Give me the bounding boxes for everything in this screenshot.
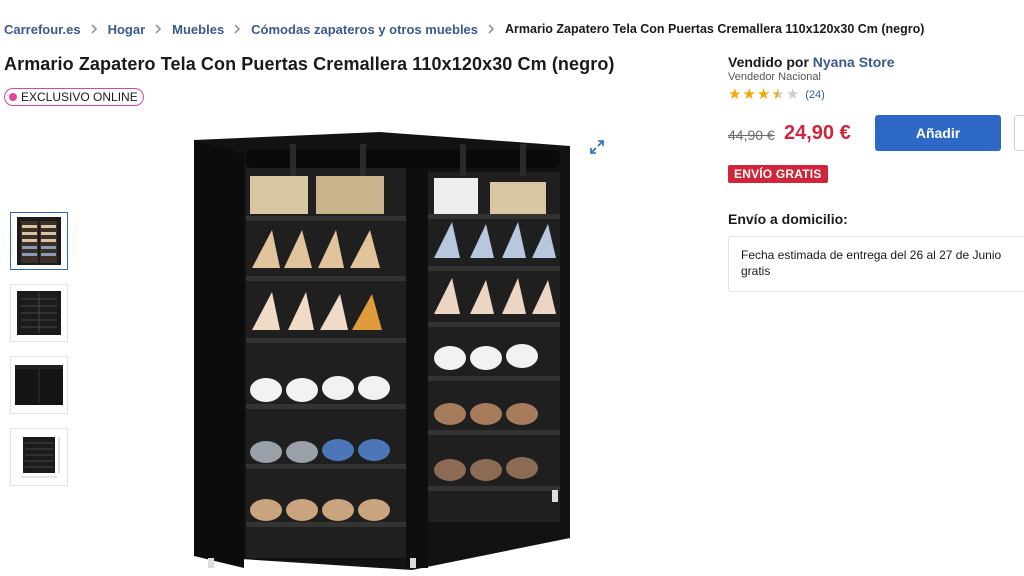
seller-line: Vendido por Nyana Store <box>728 54 894 70</box>
shoe-cabinet-open-thumbnail <box>17 217 61 265</box>
secondary-action-button[interactable] <box>1014 115 1024 151</box>
shoe-cabinet-dimensions-thumbnail <box>21 437 60 478</box>
star-empty-icon: ★ <box>785 86 800 103</box>
shoe-cabinet-closed-thumbnail <box>15 365 63 405</box>
seller-prefix: Vendido por <box>728 54 809 70</box>
dot-icon <box>9 93 17 101</box>
old-price: 44,90 € <box>728 127 775 143</box>
exclusive-online-badge: EXCLUSIVO ONLINE <box>4 88 144 106</box>
chevron-right-icon <box>234 24 241 34</box>
delivery-estimate: Fecha estimada de entrega del 26 al 27 d… <box>741 248 1002 262</box>
star-full-icon: ★ <box>742 86 756 103</box>
free-shipping-badge: ENVÍO GRATIS <box>728 165 828 183</box>
breadcrumb-link-home[interactable]: Carrefour.es <box>4 22 81 37</box>
breadcrumb-link-muebles[interactable]: Muebles <box>172 22 224 37</box>
exclusive-online-label: EXCLUSIVO ONLINE <box>21 90 138 104</box>
thumbnail-1[interactable] <box>10 212 68 270</box>
seller-name-link[interactable]: Nyana Store <box>813 54 895 70</box>
main-product-image[interactable] <box>180 118 600 576</box>
shoe-cabinet-empty-thumbnail <box>17 291 61 335</box>
breadcrumb: Carrefour.es Hogar Muebles Cómodas zapat… <box>4 20 924 38</box>
breadcrumb-link-hogar[interactable]: Hogar <box>108 22 146 37</box>
rating-count[interactable]: (24) <box>805 89 825 101</box>
star-full-icon: ★ <box>728 86 742 103</box>
delivery-title: Envío a domicilio: <box>728 211 848 227</box>
breadcrumb-current: Armario Zapatero Tela Con Puertas Cremal… <box>505 22 925 36</box>
chevron-right-icon <box>488 24 495 34</box>
breadcrumb-link-comodas[interactable]: Cómodas zapateros y otros muebles <box>251 22 478 37</box>
thumbnail-gallery <box>10 212 68 500</box>
chevron-right-icon <box>155 24 162 34</box>
current-price: 24,90 € <box>784 122 851 144</box>
seller-type: Vendedor Nacional <box>728 71 821 83</box>
thumbnail-2[interactable] <box>10 284 68 342</box>
expand-icon[interactable] <box>588 138 606 156</box>
product-title: Armario Zapatero Tela Con Puertas Cremal… <box>4 54 615 74</box>
star-full-icon: ★ <box>756 86 771 103</box>
thumbnail-4[interactable] <box>10 428 68 486</box>
thumbnail-3[interactable] <box>10 356 68 414</box>
add-to-cart-button[interactable]: Añadir <box>875 115 1001 151</box>
black-shoe-cabinet-image <box>194 132 570 570</box>
delivery-cost: gratis <box>741 264 771 278</box>
seller-rating[interactable]: ★ ★ ★ ★ ★ (24) <box>728 87 894 102</box>
delivery-option-box[interactable]: Fecha estimada de entrega del 26 al 27 d… <box>728 236 1024 292</box>
star-half-icon: ★ <box>771 86 785 103</box>
chevron-right-icon <box>91 24 98 34</box>
seller-info: Vendido por Nyana Store Vendedor Naciona… <box>728 54 894 102</box>
